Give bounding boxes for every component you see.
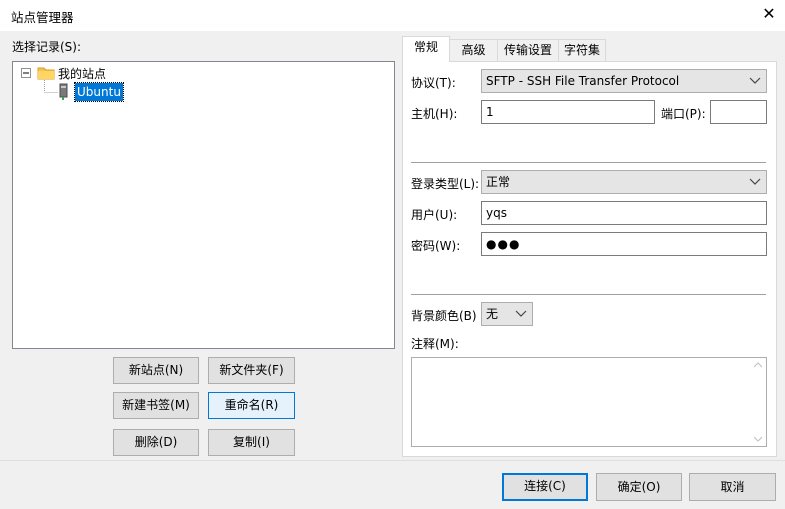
folder-icon [37, 67, 55, 80]
logon-type-select[interactable]: 正常 [481, 170, 767, 194]
footer-separator [0, 460, 785, 461]
host-value: 1 [486, 105, 494, 119]
close-icon[interactable]: ✕ [760, 5, 778, 23]
protocol-label: 协议(T): [411, 76, 456, 90]
port-input[interactable] [710, 100, 767, 124]
user-label: 用户(U): [411, 208, 458, 222]
logon-type-label: 登录类型(L): [411, 177, 480, 191]
chevron-down-icon [515, 310, 527, 317]
bgcolor-value: 无 [486, 307, 499, 321]
logon-type-value: 正常 [486, 175, 511, 189]
tab-transfer-settings[interactable]: 传输设置 [497, 39, 559, 61]
host-input[interactable]: 1 [481, 100, 655, 124]
cancel-button[interactable]: 取消 [689, 473, 776, 501]
scroll-down-icon[interactable] [754, 436, 762, 442]
select-entry-label: 选择记录(S): [12, 40, 82, 54]
tree-item-ubuntu[interactable]: Ubuntu [74, 82, 124, 102]
server-icon [59, 83, 68, 100]
delete-button[interactable]: 删除(D) [113, 429, 199, 456]
scroll-up-icon[interactable] [754, 362, 762, 368]
bgcolor-select[interactable]: 无 [481, 302, 533, 326]
separator [411, 294, 766, 295]
connect-button[interactable]: 连接(C) [502, 473, 588, 501]
password-input[interactable]: ●●● [481, 232, 767, 256]
ok-button[interactable]: 确定(O) [596, 473, 682, 501]
chevron-down-icon [749, 178, 761, 185]
host-label: 主机(H): [411, 107, 458, 121]
comment-label: 注释(M): [411, 337, 459, 351]
bgcolor-label: 背景颜色(B) [411, 309, 477, 323]
new-folder-button[interactable]: 新文件夹(F) [208, 357, 295, 384]
window-title: 站点管理器 [11, 10, 74, 25]
port-label: 端口(P): [661, 107, 706, 121]
title-bar [0, 0, 785, 31]
site-tree[interactable]: 我的站点 Ubuntu [12, 61, 395, 349]
chevron-down-icon [749, 77, 761, 84]
rename-button[interactable]: 重命名(R) [208, 392, 295, 419]
new-bookmark-button[interactable]: 新建书签(M) [113, 392, 199, 419]
tab-charset[interactable]: 字符集 [558, 39, 606, 61]
new-site-button[interactable]: 新站点(N) [113, 357, 199, 384]
tree-root-label[interactable]: 我的站点 [58, 65, 106, 82]
password-label: 密码(W): [411, 239, 461, 253]
user-input[interactable]: yqs [481, 201, 767, 225]
tab-advanced[interactable]: 高级 [449, 39, 498, 61]
comment-textarea[interactable] [411, 357, 767, 447]
protocol-value: SFTP - SSH File Transfer Protocol [486, 74, 680, 88]
copy-button[interactable]: 复制(I) [208, 429, 295, 456]
protocol-select[interactable]: SFTP - SSH File Transfer Protocol [481, 69, 767, 93]
tab-general[interactable]: 常规 [402, 36, 450, 62]
separator [411, 162, 766, 163]
